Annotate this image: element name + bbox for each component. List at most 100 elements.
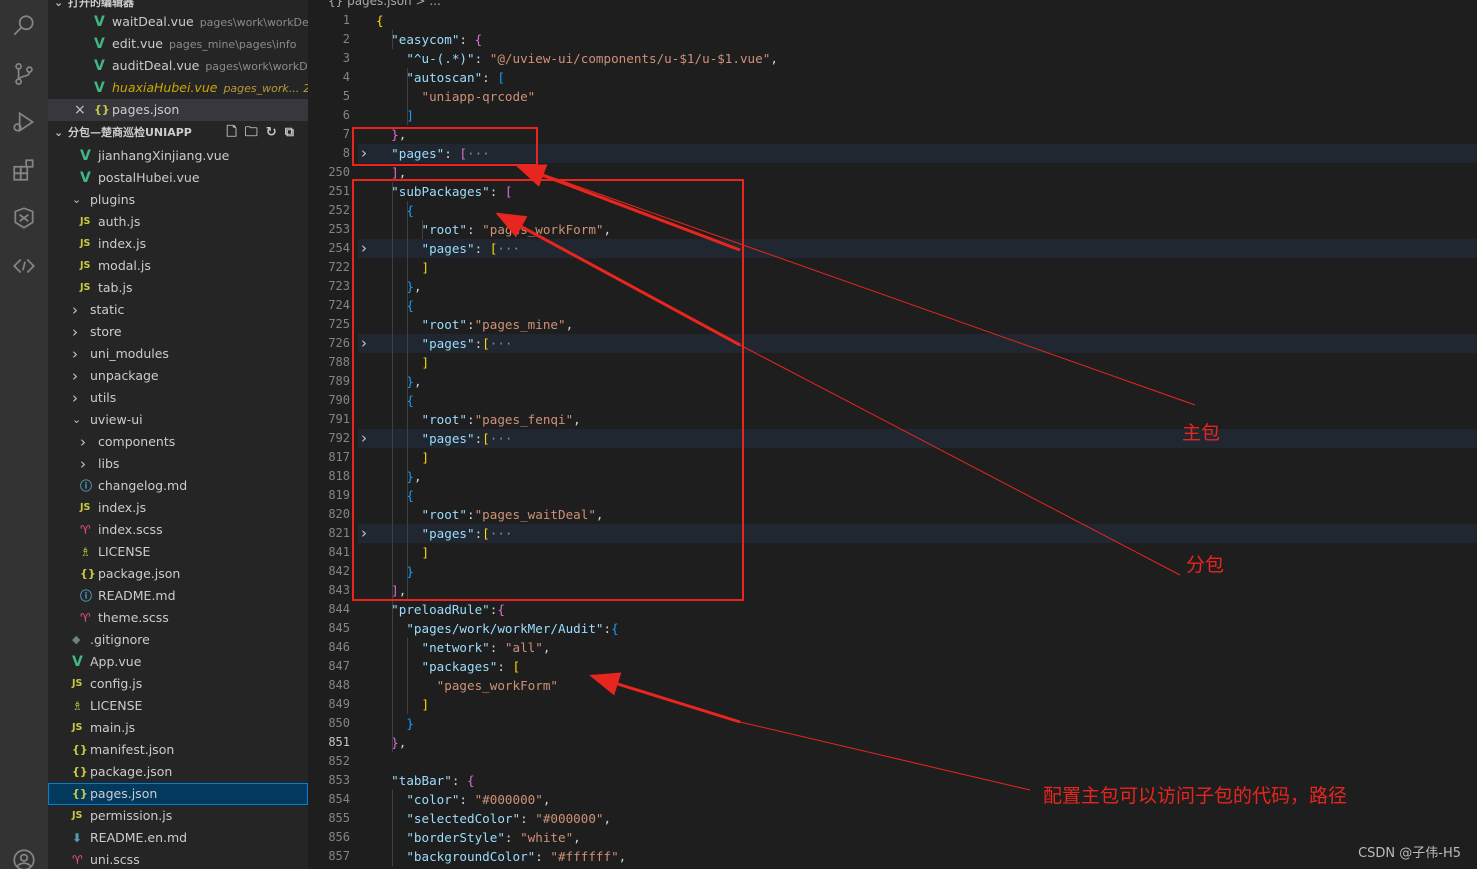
- file-item[interactable]: {} package.json: [48, 761, 308, 783]
- code-line[interactable]: "preloadRule":{: [376, 600, 505, 619]
- chevron-right-icon[interactable]: ›: [80, 431, 86, 453]
- code-line[interactable]: "color": "#000000",: [376, 790, 550, 809]
- chevron-down-icon[interactable]: ⌄: [72, 189, 81, 211]
- file-item[interactable]: VjianhangXinjiang.vue: [48, 145, 308, 167]
- fold-chevron-icon[interactable]: ›: [361, 334, 367, 353]
- chevron-right-icon[interactable]: ›: [72, 321, 78, 343]
- fold-chevron-icon[interactable]: ›: [361, 239, 367, 258]
- account-icon[interactable]: [0, 836, 48, 869]
- fold-chevron-icon[interactable]: ›: [361, 144, 367, 163]
- code-line[interactable]: ],: [376, 163, 406, 182]
- chevron-right-icon[interactable]: ›: [72, 387, 78, 409]
- folder-item[interactable]: › utils: [48, 387, 308, 409]
- code-line[interactable]: },: [376, 372, 421, 391]
- file-item[interactable]: {} pages.json: [48, 783, 308, 805]
- folder-item[interactable]: › static: [48, 299, 308, 321]
- chevron-down-icon[interactable]: ⌄: [72, 409, 81, 431]
- project-header[interactable]: ⌄ 分包—楚商巡检UNIAPP 🗋🗀↻⧉: [48, 122, 308, 144]
- code-line[interactable]: }: [376, 562, 414, 581]
- breadcrumb[interactable]: {} pages.json > ...: [328, 0, 441, 8]
- code-line[interactable]: {: [376, 11, 384, 30]
- code-line[interactable]: ]: [376, 448, 430, 467]
- file-item[interactable]: ♈ theme.scss: [48, 607, 308, 629]
- code-line[interactable]: "root":"pages_waitDeal",: [376, 505, 604, 524]
- run-debug-icon[interactable]: [0, 98, 48, 146]
- file-item[interactable]: JS index.js: [48, 233, 308, 255]
- folder-item[interactable]: ⌄ uview-ui: [48, 409, 308, 431]
- file-item[interactable]: ♗ LICENSE: [48, 695, 308, 717]
- code-line[interactable]: "tabBar": {: [376, 771, 474, 790]
- new-file-icon[interactable]: 🗋: [226, 125, 244, 140]
- code-line[interactable]: "pages": [···: [376, 144, 490, 163]
- code-line[interactable]: "pages": [···: [376, 239, 521, 258]
- code-editor[interactable]: {} pages.json > ... 1{2 "easycom": {3 "^…: [308, 0, 1477, 869]
- open-editor-item[interactable]: VhuaxiaHubei.vuepages_work...2: [48, 77, 308, 99]
- code-line[interactable]: "autoscan": [: [376, 68, 505, 87]
- extensions-icon[interactable]: [0, 146, 48, 194]
- open-editor-item[interactable]: VwaitDeal.vue pages\work\workDeal: [48, 11, 308, 33]
- open-editor-item[interactable]: × {} pages.json: [48, 99, 308, 121]
- code-line[interactable]: "subPackages": [: [376, 182, 512, 201]
- code-line[interactable]: "packages": [: [376, 657, 521, 676]
- code-line[interactable]: "network": "all",: [376, 638, 551, 657]
- code-line[interactable]: ]: [376, 353, 430, 372]
- chevron-right-icon[interactable]: ›: [72, 299, 78, 321]
- code-line[interactable]: "root":"pages_mine",: [376, 315, 574, 334]
- file-item[interactable]: VpostalHubei.vue: [48, 167, 308, 189]
- fold-chevron-icon[interactable]: ›: [361, 524, 367, 543]
- code-line[interactable]: {: [376, 391, 414, 410]
- code-line[interactable]: "^u-(.*)": "@/uview-ui/components/u-$1/u…: [376, 49, 778, 68]
- code-line[interactable]: ]: [376, 106, 414, 125]
- source-control-icon[interactable]: [0, 50, 48, 98]
- code-line[interactable]: },: [376, 467, 421, 486]
- file-item[interactable]: ⬇ README.en.md: [48, 827, 308, 849]
- new-folder-icon[interactable]: 🗀: [245, 125, 266, 140]
- file-item[interactable]: ♈ index.scss: [48, 519, 308, 541]
- file-item[interactable]: JS permission.js: [48, 805, 308, 827]
- code-line[interactable]: ]: [376, 258, 430, 277]
- folder-item[interactable]: ⌄ plugins: [48, 189, 308, 211]
- code-line[interactable]: "borderStyle": "white",: [376, 828, 580, 847]
- folder-item[interactable]: › uni_modules: [48, 343, 308, 365]
- file-item[interactable]: ◆ .gitignore: [48, 629, 308, 651]
- code-line[interactable]: "pages":[···: [376, 334, 513, 353]
- open-editor-item[interactable]: Vedit.vue pages_mine\pages\info: [48, 33, 308, 55]
- file-item[interactable]: {} package.json: [48, 563, 308, 585]
- fold-chevron-icon[interactable]: ›: [361, 429, 367, 448]
- code-line[interactable]: {: [376, 201, 414, 220]
- code-line[interactable]: }: [376, 714, 414, 733]
- file-item[interactable]: ♈ uni.scss: [48, 849, 308, 869]
- code-line[interactable]: "backgroundColor": "#ffffff",: [376, 847, 626, 866]
- code-line[interactable]: "pages/work/workMer/Audit":{: [376, 619, 618, 638]
- code-line[interactable]: ]: [376, 543, 430, 562]
- file-item[interactable]: V App.vue: [48, 651, 308, 673]
- remote-icon[interactable]: [0, 242, 48, 290]
- code-line[interactable]: "pages":[···: [376, 524, 513, 543]
- refresh-icon[interactable]: ↻: [266, 125, 285, 140]
- file-item[interactable]: ♗ LICENSE: [48, 541, 308, 563]
- collapse-all-icon[interactable]: ⧉: [285, 125, 302, 140]
- open-editor-item[interactable]: VauditDeal.vue pages\work\workD...: [48, 55, 308, 77]
- close-icon[interactable]: ×: [74, 99, 86, 121]
- folder-item[interactable]: › store: [48, 321, 308, 343]
- code-line[interactable]: "pages":[···: [376, 429, 513, 448]
- code-line[interactable]: "uniapp-qrcode": [376, 87, 536, 106]
- search-icon[interactable]: [0, 2, 48, 50]
- folder-item[interactable]: › components: [48, 431, 308, 453]
- hbuilder-icon[interactable]: [0, 194, 48, 242]
- code-line[interactable]: "selectedColor": "#000000",: [376, 809, 611, 828]
- file-item[interactable]: JS tab.js: [48, 277, 308, 299]
- file-item[interactable]: JS auth.js: [48, 211, 308, 233]
- file-item[interactable]: ⓘ changelog.md: [48, 475, 308, 497]
- file-item[interactable]: ⓘ README.md: [48, 585, 308, 607]
- chevron-right-icon[interactable]: ›: [72, 365, 78, 387]
- file-item[interactable]: {} manifest.json: [48, 739, 308, 761]
- explorer-actions[interactable]: 🗋🗀↻⧉: [226, 122, 302, 144]
- folder-item[interactable]: › libs: [48, 453, 308, 475]
- file-item[interactable]: JS index.js: [48, 497, 308, 519]
- chevron-right-icon[interactable]: ›: [80, 453, 86, 475]
- code-line[interactable]: ]: [376, 695, 430, 714]
- code-line[interactable]: "pages_workForm": [376, 676, 558, 695]
- file-item[interactable]: JS config.js: [48, 673, 308, 695]
- file-item[interactable]: JS main.js: [48, 717, 308, 739]
